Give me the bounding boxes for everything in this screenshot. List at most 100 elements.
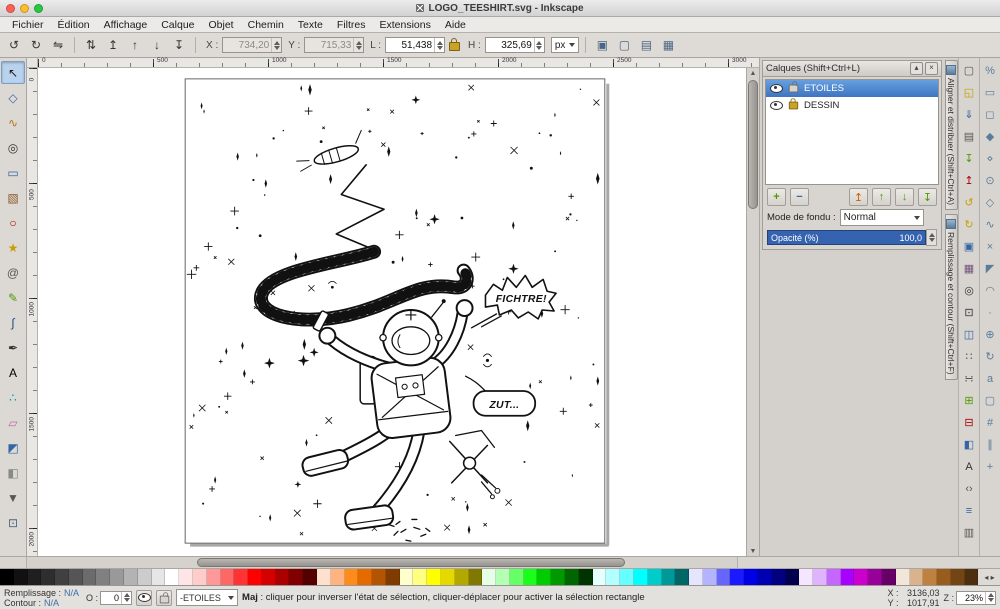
- palette-swatch-2[interactable]: [27, 569, 42, 585]
- palette-swatch-68[interactable]: [937, 569, 951, 585]
- canvas[interactable]: FICHTRE! ZUT...: [38, 68, 746, 556]
- snap-path-intersections-toggle[interactable]: ×: [981, 237, 1000, 256]
- current-layer-dropdown[interactable]: -ETOILES: [176, 589, 239, 606]
- vertical-ruler[interactable]: 0 500 1000 1500 2000: [27, 68, 38, 556]
- dialog-close-button[interactable]: ×: [925, 62, 938, 75]
- text-tool[interactable]: A: [1, 361, 25, 384]
- snap-guides-toggle[interactable]: ∥: [981, 435, 1000, 454]
- master-opacity-field[interactable]: 0: [100, 590, 133, 605]
- zoom-spinner[interactable]: [985, 591, 995, 604]
- create-clone-button[interactable]: ∷: [960, 347, 979, 366]
- zoom-tool[interactable]: ◎: [1, 136, 25, 159]
- palette-swatch-45[interactable]: [620, 569, 634, 585]
- snap-page-border-toggle[interactable]: ▢: [981, 391, 1000, 410]
- palette-swatch-6[interactable]: [82, 569, 97, 585]
- x-field[interactable]: 734,20: [222, 37, 283, 53]
- master-opacity-spinner[interactable]: [121, 591, 131, 604]
- palette-swatch-11[interactable]: [151, 569, 166, 585]
- zoom-drawing-button[interactable]: ◎: [960, 281, 979, 300]
- eye-icon[interactable]: [770, 84, 783, 93]
- snap-guide-intersections-toggle[interactable]: +: [981, 457, 1000, 476]
- flip-horizontal-button[interactable]: ⇋: [48, 35, 68, 55]
- close-window-button[interactable]: [6, 3, 15, 13]
- palette-swatch-49[interactable]: [675, 569, 690, 585]
- print-button[interactable]: ▤: [960, 127, 979, 146]
- transform-gradient-toggle[interactable]: ▤: [636, 35, 656, 55]
- palette-swatch-65[interactable]: [895, 569, 910, 585]
- snap-object-centers-toggle[interactable]: ⊕: [981, 325, 1000, 344]
- snap-bbox-toggle[interactable]: ▭: [981, 83, 1000, 102]
- palette-swatch-47[interactable]: [647, 569, 662, 585]
- palette-swatch-1[interactable]: [13, 569, 28, 585]
- x-field-spinner[interactable]: [271, 38, 281, 52]
- rectangle-tool[interactable]: ▭: [1, 161, 25, 184]
- palette-swatch-15[interactable]: [206, 569, 221, 585]
- layer-to-bottom-button[interactable]: ↧: [918, 188, 937, 206]
- snap-cusp-nodes-toggle[interactable]: ◤: [981, 259, 1000, 278]
- palette-swatch-59[interactable]: [813, 569, 827, 585]
- horizontal-ruler[interactable]: 0 500 1000 1500 2000 2500 3000: [38, 57, 759, 68]
- palette-swatch-20[interactable]: [275, 569, 290, 585]
- palette-swatch-56[interactable]: [771, 569, 786, 585]
- pencil-tool[interactable]: ✎: [1, 286, 25, 309]
- add-layer-button[interactable]: +: [767, 188, 786, 206]
- snap-text-baseline-toggle[interactable]: a: [981, 369, 1000, 388]
- palette-swatch-69[interactable]: [950, 569, 965, 585]
- import-button[interactable]: ↧: [960, 149, 979, 168]
- palette-swatch-64[interactable]: [882, 569, 896, 585]
- palette-swatch-53[interactable]: [730, 569, 745, 585]
- lock-icon[interactable]: [788, 98, 799, 110]
- scroll-down-arrow[interactable]: ▼: [747, 546, 759, 556]
- bezier-pen-tool[interactable]: ∫: [1, 311, 25, 334]
- stroke-value[interactable]: N/A: [44, 598, 62, 608]
- opacity-spinner[interactable]: [926, 229, 937, 246]
- palette-swatch-44[interactable]: [606, 569, 621, 585]
- menu-item-9[interactable]: Aide: [439, 18, 472, 32]
- eraser-tool[interactable]: ▱: [1, 411, 25, 434]
- layer-lower-button[interactable]: ↓: [895, 188, 914, 206]
- palette-swatch-14[interactable]: [192, 569, 207, 585]
- layer-to-top-button[interactable]: ↥: [849, 188, 868, 206]
- transform-pattern-toggle[interactable]: ▦: [658, 35, 678, 55]
- palette-swatch-55[interactable]: [757, 569, 772, 585]
- menu-item-6[interactable]: Texte: [292, 18, 329, 32]
- flip-vertical-button[interactable]: ⇅: [81, 35, 101, 55]
- menu-item-5[interactable]: Chemin: [242, 18, 290, 32]
- snap-bbox-edges-toggle[interactable]: ◻: [981, 105, 1000, 124]
- palette-swatch-7[interactable]: [96, 569, 111, 585]
- palette-swatch-25[interactable]: [344, 569, 359, 585]
- palette-swatch-54[interactable]: [744, 569, 758, 585]
- lock-icon[interactable]: [788, 84, 799, 93]
- palette-swatch-43[interactable]: [592, 569, 607, 585]
- menu-item-1[interactable]: Édition: [52, 18, 96, 32]
- align-distribute-dialog-tab[interactable]: Aligner et distribuer (Shift+Ctrl+A): [944, 60, 958, 211]
- zoom-page-button[interactable]: ⊡: [960, 303, 979, 322]
- width-field-spinner[interactable]: [434, 38, 444, 52]
- open-document-button[interactable]: ◱: [960, 83, 979, 102]
- transform-stroke-toggle[interactable]: ▣: [592, 35, 612, 55]
- palette-swatch-24[interactable]: [330, 569, 345, 585]
- spiral-tool[interactable]: @: [1, 261, 25, 284]
- palette-swatch-46[interactable]: [633, 569, 648, 585]
- palette-swatch-58[interactable]: [799, 569, 814, 585]
- copy-button[interactable]: ▣: [960, 237, 979, 256]
- units-dropdown[interactable]: px: [550, 37, 580, 53]
- ruler-origin-corner[interactable]: [27, 58, 38, 68]
- palette-swatch-31[interactable]: [427, 569, 441, 585]
- horizontal-scrollbar-thumb[interactable]: [197, 558, 626, 567]
- ratio-lock-icon[interactable]: [449, 37, 461, 51]
- rotate-90-ccw-button[interactable]: ↺: [4, 35, 24, 55]
- palette-swatch-62[interactable]: [854, 569, 869, 585]
- palette-swatch-5[interactable]: [68, 569, 83, 585]
- palette-swatch-34[interactable]: [468, 569, 483, 585]
- star-tool[interactable]: ★: [1, 236, 25, 259]
- menu-item-2[interactable]: Affichage: [98, 18, 154, 32]
- palette-swatch-60[interactable]: [826, 569, 841, 585]
- ellipse-tool[interactable]: ○: [1, 211, 25, 234]
- snap-nodes-toggle[interactable]: ◇: [981, 193, 1000, 212]
- palette-swatch-67[interactable]: [923, 569, 938, 585]
- palette-swatch-48[interactable]: [661, 569, 676, 585]
- palette-swatch-63[interactable]: [868, 569, 882, 585]
- group-button[interactable]: ⊞: [960, 391, 979, 410]
- palette-swatch-4[interactable]: [55, 569, 69, 585]
